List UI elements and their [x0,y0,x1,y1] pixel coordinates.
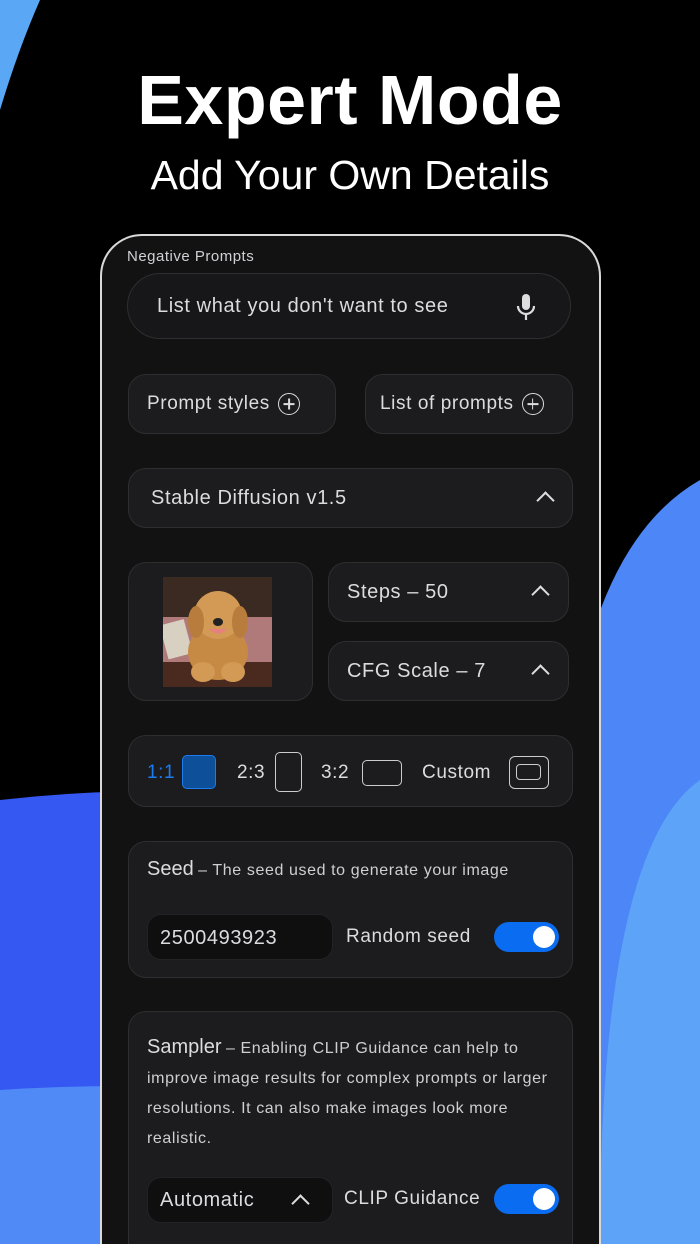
microphone-icon[interactable] [515,293,537,321]
custom-ratio-icon [509,756,549,789]
sampler-title: Sampler [147,1036,222,1058]
cfg-scale-dropdown[interactable]: CFG Scale – 7 [328,641,569,701]
seed-description: – The seed used to generate your image [198,862,509,879]
seed-card: Seed – The seed used to generate your im… [128,841,573,978]
prompt-styles-button[interactable]: Prompt styles [128,374,336,434]
portrait-ratio-icon [275,752,302,792]
chevron-up-icon [536,491,555,510]
sampler-card: Sampler – Enabling CLIP Guidance can hel… [128,1011,573,1244]
plus-circle-icon [277,393,300,415]
negative-prompts-label: Negative Prompts [127,248,255,265]
chevron-up-icon [291,1194,310,1213]
aspect-option-3-2[interactable]: 3:2 [321,754,403,790]
list-of-prompts-label: List of prompts [380,393,514,415]
hero-subtitle: Add Your Own Details [150,152,550,198]
landscape-ratio-icon [362,760,402,786]
aspect-option-custom[interactable]: Custom [422,754,552,790]
plus-circle-icon [521,393,544,415]
steps-dropdown[interactable]: Steps – 50 [328,562,569,622]
sampler-dropdown[interactable]: Automatic [147,1177,333,1223]
model-selected: Stable Diffusion v1.5 [151,487,347,509]
random-seed-label: Random seed [346,926,471,947]
model-dropdown[interactable]: Stable Diffusion v1.5 [128,468,573,528]
clip-guidance-toggle[interactable] [494,1184,559,1214]
aspect-option-2-3[interactable]: 2:3 [237,752,303,792]
clip-guidance-label: CLIP Guidance [344,1188,481,1209]
aspect-ratio-selector: 1:1 2:3 3:2 Custom [128,735,573,807]
square-ratio-icon [182,755,216,789]
hero-title: Expert Mode [137,61,563,139]
negative-prompts-input[interactable]: List what you don't want to see [127,273,571,339]
dog-image-thumbnail [163,577,272,687]
list-of-prompts-button[interactable]: List of prompts [365,374,573,434]
image-preview-card[interactable] [128,562,313,701]
steps-label: Steps – 50 [347,581,449,603]
random-seed-toggle[interactable] [494,922,559,952]
cfg-scale-label: CFG Scale – 7 [347,660,486,682]
prompt-styles-label: Prompt styles [147,393,270,415]
aspect-option-1-1[interactable]: 1:1 [147,754,219,790]
chevron-up-icon [531,664,550,683]
seed-title: Seed [147,858,194,880]
seed-input[interactable]: 2500493923 [147,914,333,960]
negative-prompts-placeholder: List what you don't want to see [157,295,449,317]
chevron-up-icon [531,585,550,604]
